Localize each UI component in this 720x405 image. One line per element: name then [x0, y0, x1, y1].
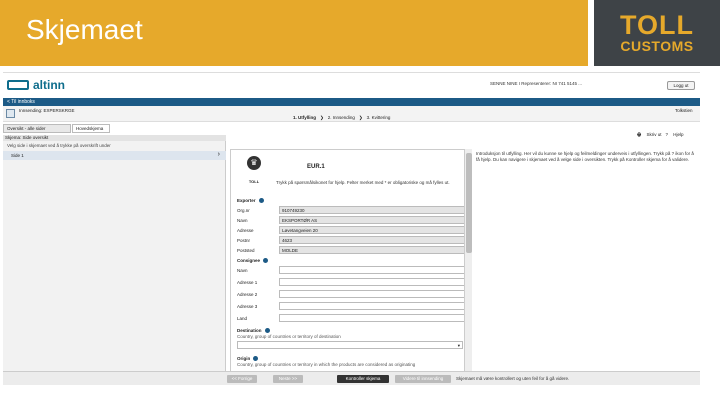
help-link[interactable]: ? Hjelp	[666, 132, 684, 137]
altinn-brand: altinn	[33, 78, 65, 92]
field-input[interactable]: EKSPORTØR AS	[279, 216, 465, 224]
exporter-postcode-field: Postnr 4623	[237, 236, 465, 245]
form-panel: ♛ TOLL EUR.1 Trykk på spørsmålsikonet fo…	[230, 149, 466, 381]
step-separator-icon: ❯	[320, 115, 324, 120]
field-input[interactable]: 4623	[279, 236, 465, 244]
altinn-screenshot: altinn SENNE NINE I Representerer: NI 74…	[3, 72, 700, 388]
exporter-name-field: Navn EKSPORTØR AS	[237, 216, 465, 225]
field-input[interactable]: MOLDE	[279, 246, 465, 254]
field-label: Org.nr	[237, 208, 250, 213]
altinn-topbar: altinn SENNE NINE I Representerer: NI 74…	[3, 73, 700, 97]
toll-emblem: ♛ TOLL	[241, 156, 267, 184]
destination-heading: Destination	[237, 328, 262, 333]
field-label: Navn	[237, 218, 248, 223]
step-3[interactable]: 3. Kvittering	[367, 115, 391, 120]
help-question-icon[interactable]	[253, 356, 259, 362]
crown-emblem-icon: ♛	[247, 156, 261, 170]
help-question-icon[interactable]	[263, 258, 269, 264]
form-header: Innsending: EXPERSKRGE 1. Utfylling ❯ 2. I…	[3, 106, 700, 122]
wizard-steps: 1. Utfylling ❯ 2. Innsending ❯ 3. Kvittering	[293, 115, 390, 121]
previous-button[interactable]: << Forrige	[227, 375, 257, 383]
field-input[interactable]	[279, 290, 465, 298]
step-2[interactable]: 2. Innsending	[328, 115, 355, 120]
step-separator-icon: ❯	[358, 115, 363, 120]
help-question-icon[interactable]	[258, 198, 264, 204]
form-intro: Trykk på spørsmålsikonet for hjelp. Felt…	[276, 180, 450, 185]
sidebar-header: Skjema: Side oversikt	[3, 135, 226, 141]
form-icon	[6, 109, 15, 118]
origin-help: Country, group of countries or territory…	[237, 362, 416, 367]
altinn-mark-icon	[7, 80, 29, 90]
field-input[interactable]: Løvetangveien 20	[279, 226, 465, 234]
back-to-inbox-link[interactable]: < Til innboks	[7, 99, 35, 105]
exporter-section: Exporter	[237, 198, 264, 204]
slide-header: Skjemaet TOLL CUSTOMS	[0, 0, 720, 66]
document-code: EUR.1	[307, 164, 325, 170]
step-1[interactable]: 1. Utfylling	[293, 115, 316, 120]
print-label: Skriv ut	[646, 132, 662, 137]
field-label: Adresse 1	[237, 280, 258, 285]
print-link[interactable]: 🖶 Skriv ut	[637, 132, 662, 137]
field-label: Adresse 2	[237, 292, 258, 297]
field-input[interactable]	[279, 278, 465, 286]
exporter-heading: Exporter	[237, 198, 256, 203]
bottom-action-bar: << Forrige Neste >> Kontroller skjema Vi…	[3, 371, 700, 385]
exporter-city-field: Poststed MOLDE	[237, 246, 465, 255]
continue-to-submission-button[interactable]: Videre til innsending	[395, 375, 451, 383]
altinn-logo[interactable]: altinn	[7, 78, 65, 92]
validation-message: Skjemaet må være kontrollert og uten fei…	[456, 376, 570, 381]
next-button[interactable]: Neste >>	[273, 375, 303, 383]
title-bar: Skjemaet	[0, 0, 588, 66]
exporter-address-field: Adresse Løvetangveien 20	[237, 226, 465, 235]
consignee-country-field: Land	[237, 314, 465, 323]
field-label: Adresse	[237, 228, 254, 233]
field-input[interactable]	[279, 302, 465, 310]
sidebar-description: Velg side i skjemaet ved å trykke på ove…	[7, 143, 111, 148]
chevron-right-icon: ›	[217, 151, 220, 158]
consignee-section: Consignee	[237, 258, 269, 264]
validate-form-button[interactable]: Kontroller skjema	[337, 375, 389, 383]
destination-select[interactable]: ▾	[237, 341, 463, 349]
consignee-address2-field: Adresse 2	[237, 290, 465, 299]
language-link[interactable]: Tolkstien	[675, 108, 693, 113]
chevron-down-icon: ▾	[457, 343, 460, 348]
consignee-heading: Consignee	[237, 258, 261, 263]
sidebar-item-label: Side 1	[11, 153, 24, 158]
logo-toll-text: TOLL	[620, 10, 694, 40]
user-info: SENNE NINE I Representerer: NI 741 5145 …	[490, 81, 583, 86]
slide-title: Skjemaet	[26, 14, 143, 45]
emblem-text: TOLL	[248, 179, 260, 184]
field-label: Land	[237, 316, 248, 321]
help-question-icon[interactable]	[264, 328, 270, 334]
field-label: Postnr	[237, 238, 251, 243]
consignee-name-field: Navn	[237, 266, 465, 275]
field-label: Navn	[237, 268, 248, 273]
logo-customs-text: CUSTOMS	[620, 38, 694, 54]
field-input[interactable]: 910749230	[279, 206, 465, 214]
toll-customs-logo: TOLL CUSTOMS	[594, 0, 720, 66]
tab-overview[interactable]: Oversikt - alle sider	[3, 124, 71, 133]
help-panel: Introduksjon til utfylling. Her vil du k…	[476, 151, 694, 162]
exporter-orgnr-field: Org.nr 910749230	[237, 206, 465, 215]
consignee-address3-field: Adresse 3	[237, 302, 465, 311]
form-name: Innsending: EXPERSKRGE	[19, 108, 75, 113]
sidebar-item-side-1[interactable]: Side 1 ›	[3, 151, 226, 160]
tab-main-form[interactable]: Hovedskjema	[72, 124, 110, 133]
logout-button[interactable]: Logg ut	[667, 81, 695, 90]
destination-help: Country, group of countries or territory…	[237, 334, 341, 339]
origin-heading: Origin	[237, 356, 251, 361]
field-input[interactable]	[279, 266, 465, 274]
field-input[interactable]	[279, 314, 465, 322]
help-links: 🖶 Skriv ut ? Hjelp	[633, 131, 684, 139]
field-label: Poststed	[237, 248, 255, 253]
consignee-address1-field: Adresse 1	[237, 278, 465, 287]
field-label: Adresse 3	[237, 304, 258, 309]
origin-section: Origin	[237, 356, 259, 362]
nav-bar: < Til innboks	[3, 98, 700, 106]
help-label: Hjelp	[673, 132, 684, 137]
destination-section: Destination	[237, 328, 270, 334]
form-scrollbar[interactable]	[464, 149, 472, 381]
page-overview-sidebar: Skjema: Side oversikt Velg side i skjema…	[3, 135, 226, 381]
